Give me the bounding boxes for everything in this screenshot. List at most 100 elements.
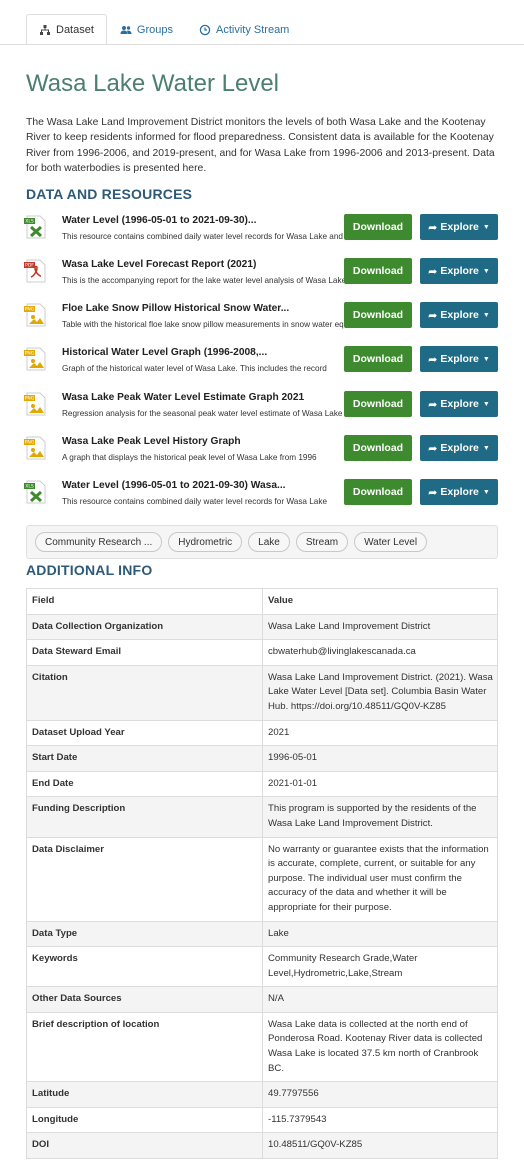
svg-text:XLS: XLS	[25, 484, 34, 490]
resources-heading: DATA AND RESOURCES	[26, 186, 193, 202]
share-arrow-icon: ➦	[428, 486, 438, 499]
explore-button[interactable]: ➦ Explore ▼	[420, 214, 498, 240]
tag-list: Community Research ... Hydrometric Lake …	[26, 525, 498, 559]
explore-button[interactable]: ➦ Explore ▼	[420, 479, 498, 505]
resource-description: Table with the historical floe lake snow…	[62, 320, 344, 329]
resource-description: A graph that displays the historical pea…	[62, 453, 317, 462]
explore-button[interactable]: ➦ Explore ▼	[420, 435, 498, 461]
resource-title[interactable]: Water Level (1996-05-01 to 2021-09-30) W…	[62, 480, 342, 491]
field-cell: Keywords	[26, 946, 263, 988]
svg-text:PDF: PDF	[25, 263, 34, 269]
tag-lake[interactable]: Lake	[248, 532, 290, 552]
value-cell: -115.7379543	[262, 1106, 498, 1134]
resource-description: This is the accompanying report for the …	[62, 276, 344, 285]
resource-item[interactable]: XLS Water Level (1996-05-01 to 2021-09-3…	[24, 479, 500, 519]
value-cell: Wasa Lake data is collected at the north…	[262, 1011, 498, 1083]
table-row: Other Data Sources N/A	[26, 986, 498, 1013]
resource-description: Regression analysis for the seasonal pea…	[62, 409, 343, 418]
download-button[interactable]: Download	[344, 435, 412, 461]
resource-description: This resource contains combined daily wa…	[62, 497, 327, 506]
download-button[interactable]: Download	[344, 214, 412, 240]
resource-item[interactable]: PNG Historical Water Level Graph (1996-2…	[24, 346, 500, 386]
tab-dataset[interactable]: Dataset	[26, 14, 107, 44]
svg-text:PNG: PNG	[25, 440, 35, 446]
page-title: Wasa Lake Water Level	[26, 70, 279, 97]
additional-info-table: Field Value Data Collection Organization…	[26, 588, 498, 1160]
table-row: Brief description of location Wasa Lake d…	[26, 1011, 498, 1083]
additional-info-heading: ADDITIONAL INFO	[26, 562, 153, 578]
clock-icon	[199, 24, 211, 35]
resource-title[interactable]: Water Level (1996-05-01 to 2021-09-30)..…	[62, 215, 342, 226]
download-button[interactable]: Download	[344, 391, 412, 417]
resource-item[interactable]: PNG Wasa Lake Peak Level History Graph A…	[24, 435, 500, 475]
png-file-icon: PNG	[24, 347, 46, 371]
svg-text:PNG: PNG	[25, 396, 35, 402]
resource-title[interactable]: Wasa Lake Peak Level History Graph	[62, 436, 342, 447]
explore-button[interactable]: ➦ Explore ▼	[420, 302, 498, 328]
explore-label: Explore	[440, 221, 479, 233]
tag-community-research[interactable]: Community Research ...	[35, 532, 163, 552]
share-arrow-icon: ➦	[428, 442, 438, 455]
explore-button[interactable]: ➦ Explore ▼	[420, 391, 498, 417]
tag-hydrometric[interactable]: Hydrometric	[168, 532, 243, 552]
explore-label: Explore	[440, 486, 479, 498]
download-button[interactable]: Download	[344, 302, 412, 328]
value-cell: N/A	[262, 986, 498, 1013]
tab-groups-label: Groups	[136, 23, 173, 36]
field-cell: Data Type	[26, 920, 263, 948]
download-button[interactable]: Download	[344, 258, 412, 284]
resource-item[interactable]: PNG Wasa Lake Peak Water Level Estimate …	[24, 391, 500, 431]
table-row: Dataset Upload Year 2021	[26, 719, 498, 747]
field-cell: End Date	[26, 770, 263, 798]
caret-down-icon: ▼	[482, 355, 490, 363]
value-cell: cbwaterhub@livinglakescanada.ca	[262, 639, 498, 666]
resource-item[interactable]: XLS Water Level (1996-05-01 to 2021-09-3…	[24, 214, 500, 254]
field-cell: Citation	[26, 664, 263, 721]
field-cell: DOI	[26, 1132, 263, 1160]
resource-title[interactable]: Wasa Lake Peak Water Level Estimate Grap…	[62, 392, 342, 403]
explore-button[interactable]: ➦ Explore ▼	[420, 346, 498, 372]
resource-item[interactable]: PDF Wasa Lake Level Forecast Report (202…	[24, 258, 500, 298]
table-row: Longitude -115.7379543	[26, 1106, 498, 1134]
table-row: Latitude 49.7797556	[26, 1081, 498, 1108]
explore-button[interactable]: ➦ Explore ▼	[420, 258, 498, 284]
tab-groups[interactable]: Groups	[107, 14, 186, 44]
tag-stream[interactable]: Stream	[295, 532, 349, 552]
field-cell: Data Steward Email	[26, 639, 263, 666]
resource-item[interactable]: PNG Floe Lake Snow Pillow Historical Sno…	[24, 302, 500, 342]
value-cell: 1996-05-01	[262, 745, 498, 772]
share-arrow-icon: ➦	[428, 221, 438, 234]
tab-activity-stream[interactable]: Activity Stream	[186, 14, 302, 44]
resource-title[interactable]: Wasa Lake Level Forecast Report (2021)	[62, 259, 342, 270]
png-file-icon: PNG	[24, 303, 46, 327]
explore-label: Explore	[440, 265, 479, 277]
value-cell: This program is supported by the residen…	[262, 796, 498, 838]
explore-label: Explore	[440, 309, 479, 321]
share-arrow-icon: ➦	[428, 353, 438, 366]
table-row: Data Steward Email cbwaterhub@livinglakes…	[26, 639, 498, 666]
caret-down-icon: ▼	[482, 488, 490, 496]
explore-label: Explore	[440, 353, 479, 365]
field-cell: Funding Description	[26, 796, 263, 838]
resource-title[interactable]: Historical Water Level Graph (1996-2008,…	[62, 347, 342, 358]
table-row: End Date 2021-01-01	[26, 770, 498, 798]
caret-down-icon: ▼	[482, 311, 490, 319]
field-cell: Latitude	[26, 1081, 263, 1108]
tag-water-level[interactable]: Water Level	[354, 532, 428, 552]
field-cell: Start Date	[26, 745, 263, 772]
value-cell: Lake	[262, 920, 498, 948]
resource-title[interactable]: Floe Lake Snow Pillow Historical Snow Wa…	[62, 303, 342, 314]
share-arrow-icon: ➦	[428, 265, 438, 278]
value-cell: 2021-01-01	[262, 770, 498, 798]
explore-label: Explore	[440, 398, 479, 410]
value-cell: 10.48511/GQ0V-KZ85	[262, 1132, 498, 1160]
table-row: Funding Description This program is suppo…	[26, 796, 498, 838]
tab-activity-stream-label: Activity Stream	[216, 23, 290, 36]
download-button[interactable]: Download	[344, 346, 412, 372]
dataset-tabs: Dataset Groups Activity Stream	[26, 14, 524, 44]
download-button[interactable]: Download	[344, 479, 412, 505]
table-row: Keywords Community Research Grade,Water L…	[26, 946, 498, 988]
pdf-file-icon: PDF	[24, 259, 46, 283]
resource-description: Graph of the historical water level of W…	[62, 364, 327, 373]
users-icon	[120, 25, 132, 34]
